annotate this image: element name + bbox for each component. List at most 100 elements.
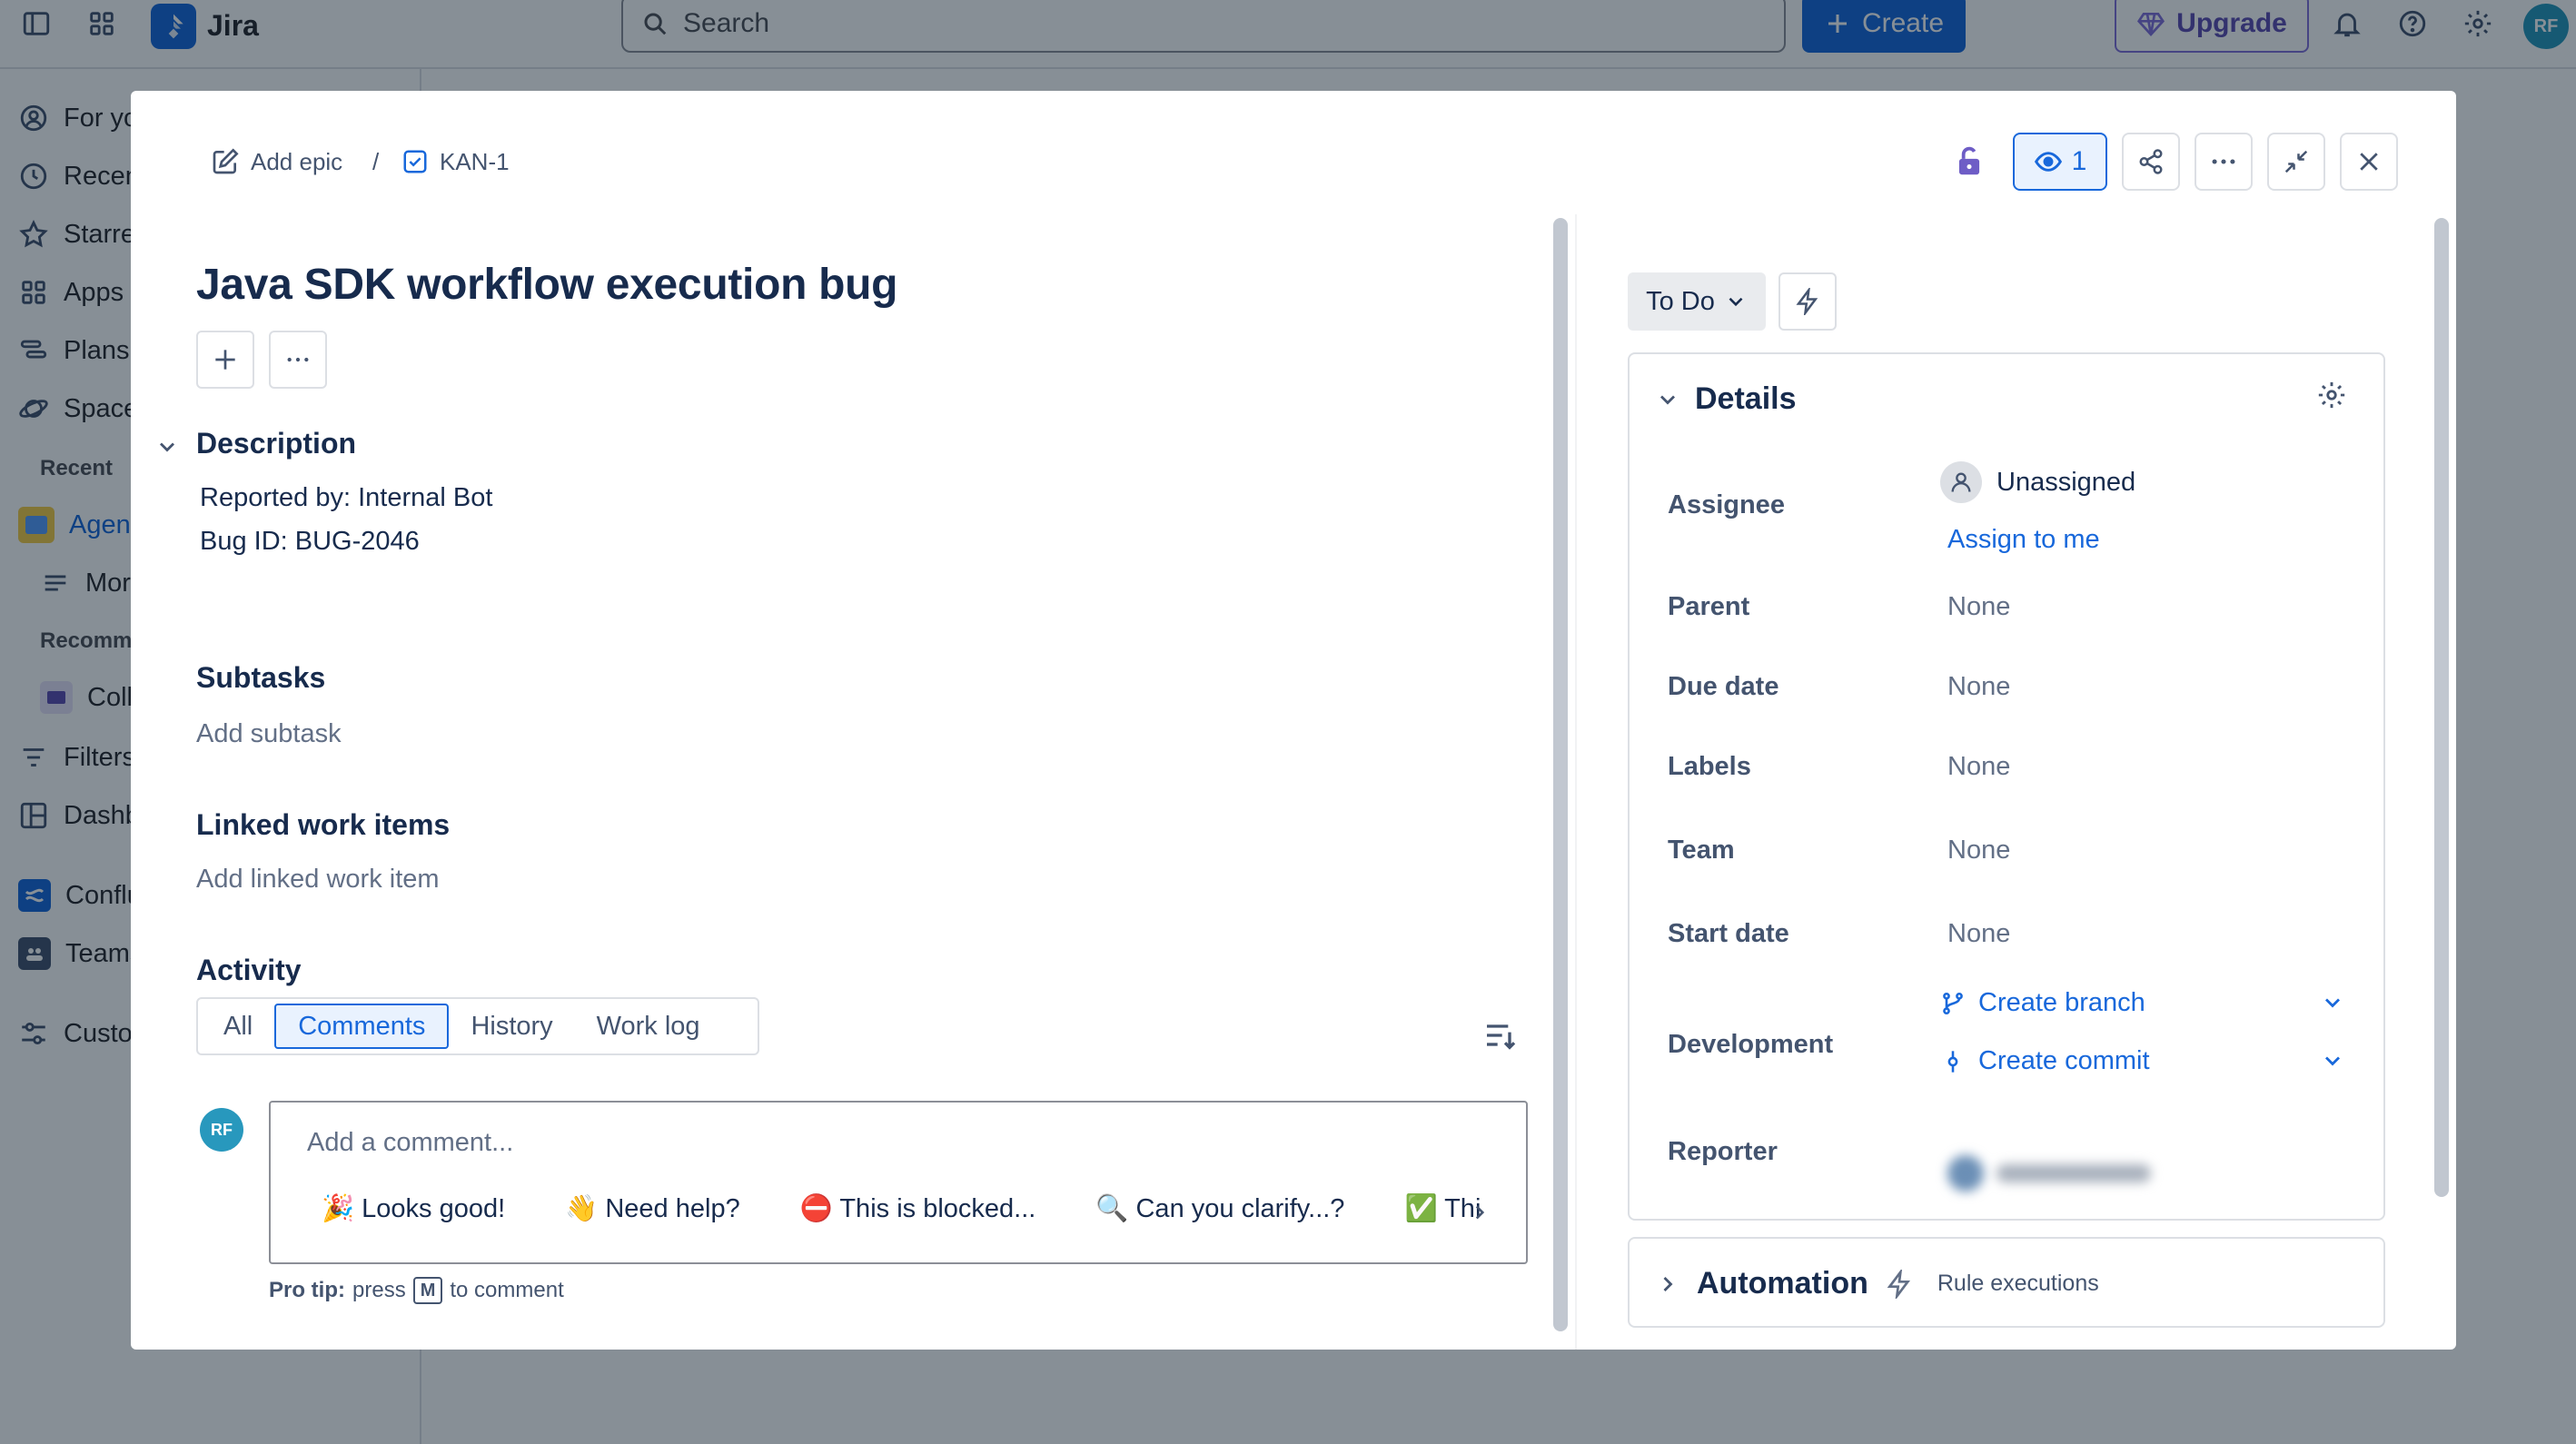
- assignee-field[interactable]: Unassigned: [1940, 461, 2135, 503]
- tab-history[interactable]: History: [449, 1004, 574, 1049]
- pro-tip-press: press: [352, 1278, 406, 1302]
- add-epic-label: Add epic: [251, 147, 343, 175]
- subtasks-heading: Subtasks: [196, 661, 326, 694]
- breadcrumb-separator: /: [372, 147, 380, 175]
- linked-items-heading: Linked work items: [196, 808, 451, 841]
- comment-placeholder: Add a comment...: [307, 1128, 514, 1157]
- add-linked-item-link[interactable]: Add linked work item: [196, 865, 440, 895]
- status-label: To Do: [1646, 286, 1715, 316]
- chevron-right-icon: [1663, 1276, 1673, 1291]
- eye-icon: [2034, 152, 2062, 172]
- reporter-value-blurred[interactable]: [1947, 1155, 2162, 1192]
- quick-reply-need-help[interactable]: 👋 Need help?: [565, 1193, 740, 1224]
- add-epic-link[interactable]: Add epic: [211, 145, 342, 178]
- reporter-label: Reporter: [1668, 1137, 1778, 1166]
- parent-value[interactable]: None: [1947, 592, 2010, 622]
- task-checkbox-icon: [403, 150, 427, 173]
- pro-tip-label: Pro tip:: [269, 1278, 345, 1302]
- issue-detail-modal: Add epic / KAN-1 1 Java SDK workflow exe…: [131, 91, 2456, 1350]
- create-commit-label: Create commit: [1978, 1046, 2150, 1075]
- tab-all[interactable]: All: [202, 1004, 274, 1049]
- automation-row: Automation Rule executions: [1655, 1266, 2099, 1301]
- create-branch-link[interactable]: Create branch: [1940, 988, 2145, 1018]
- right-scrollbar[interactable]: [2434, 218, 2449, 1197]
- create-commit-link[interactable]: Create commit: [1940, 1046, 2150, 1076]
- details-heading: Details: [1695, 381, 1797, 416]
- rule-executions-label: Rule executions: [1937, 1271, 2099, 1296]
- close-button[interactable]: [2340, 133, 2398, 191]
- due-date-value[interactable]: None: [1947, 672, 2010, 702]
- labels-value[interactable]: None: [1947, 752, 2010, 782]
- assignee-label: Assignee: [1668, 490, 1785, 519]
- chevron-down-icon: [160, 442, 174, 452]
- issue-key-link[interactable]: KAN-1: [401, 145, 510, 178]
- sort-order-icon[interactable]: [1482, 1017, 1519, 1053]
- assign-to-me-link[interactable]: Assign to me: [1947, 525, 2100, 555]
- minimize-button[interactable]: [2267, 133, 2325, 191]
- team-value[interactable]: None: [1947, 836, 2010, 865]
- chevron-down-icon[interactable]: [2320, 1048, 2345, 1073]
- watch-button[interactable]: 1: [2013, 133, 2107, 191]
- settings-gear-icon[interactable]: [2316, 380, 2347, 410]
- close-icon: [2360, 153, 2378, 171]
- chevron-right-icon[interactable]: [1468, 1201, 1491, 1224]
- pro-tip-rest: to comment: [450, 1278, 564, 1302]
- pro-tip: Pro tip: press M to comment: [269, 1277, 564, 1304]
- details-panel: Details Assignee Unassigned Assign to me…: [1628, 352, 2385, 1221]
- quick-reply-blocked[interactable]: ⛔ This is blocked...: [800, 1193, 1036, 1224]
- development-label: Development: [1668, 1030, 1834, 1059]
- commit-icon: [1947, 1050, 1958, 1073]
- left-scrollbar[interactable]: [1553, 218, 1568, 1331]
- quick-reply-looks-good[interactable]: 🎉 Looks good!: [322, 1193, 505, 1224]
- edit-pencil-icon: [213, 148, 239, 174]
- share-icon: [2139, 149, 2163, 174]
- tab-comments[interactable]: Comments: [274, 1004, 450, 1049]
- details-toggle[interactable]: Details: [1655, 381, 1797, 417]
- chevron-down-icon[interactable]: [2320, 990, 2345, 1015]
- comment-input[interactable]: Add a comment... 🎉 Looks good! 👋 Need he…: [269, 1101, 1528, 1264]
- start-date-label: Start date: [1668, 919, 1789, 948]
- issue-title[interactable]: Java SDK workflow execution bug: [196, 260, 898, 310]
- assignee-value: Unassigned: [1996, 467, 2136, 497]
- more-horizontal-icon: [287, 357, 309, 362]
- collapse-arrows-icon: [2284, 150, 2308, 173]
- more-horizontal-icon: [2212, 159, 2235, 164]
- description-line[interactable]: Bug ID: BUG-2046: [200, 527, 420, 557]
- branch-icon: [1943, 992, 1963, 1014]
- watch-count: 1: [2071, 146, 2087, 176]
- more-actions-button[interactable]: [2195, 133, 2253, 191]
- status-dropdown[interactable]: To Do: [1628, 272, 1766, 331]
- create-branch-label: Create branch: [1978, 988, 2145, 1017]
- labels-label: Labels: [1668, 752, 1751, 781]
- description-line[interactable]: Reported by: Internal Bot: [200, 483, 492, 513]
- lightning-icon: [1887, 1269, 1910, 1299]
- add-child-button[interactable]: [196, 331, 254, 389]
- quick-reply-clarify[interactable]: 🔍 Can you clarify...?: [1095, 1193, 1344, 1224]
- activity-heading: Activity: [196, 954, 302, 986]
- chevron-down-icon: [1660, 395, 1675, 404]
- team-label: Team: [1668, 836, 1735, 865]
- person-avatar-icon: [1940, 461, 1982, 503]
- comment-author-avatar: RF: [200, 1108, 243, 1152]
- parent-label: Parent: [1668, 592, 1750, 621]
- add-subtask-link[interactable]: Add subtask: [196, 719, 342, 749]
- activity-tabs: All Comments History Work log: [196, 997, 759, 1055]
- description-heading: Description: [196, 427, 357, 460]
- column-divider: [1575, 214, 1577, 1350]
- share-button[interactable]: [2122, 133, 2180, 191]
- automation-panel[interactable]: Automation Rule executions: [1628, 1237, 2385, 1328]
- issue-key-label: KAN-1: [440, 147, 510, 175]
- keyboard-key: M: [412, 1277, 443, 1304]
- start-date-value[interactable]: None: [1947, 919, 2010, 949]
- unlock-icon[interactable]: [1947, 140, 1991, 183]
- plus-icon: [215, 350, 235, 370]
- quick-replies: 🎉 Looks good! 👋 Need help? ⛔ This is blo…: [322, 1193, 1541, 1224]
- tab-work-log[interactable]: Work log: [575, 1004, 722, 1049]
- automation-heading: Automation: [1697, 1266, 1868, 1301]
- due-date-label: Due date: [1668, 672, 1779, 701]
- chevron-down-icon: [1729, 297, 1743, 307]
- lightning-icon: [1796, 288, 1818, 315]
- actions-button[interactable]: [1778, 272, 1837, 331]
- title-more-button[interactable]: [269, 331, 327, 389]
- description-collapse-toggle[interactable]: [154, 434, 180, 460]
